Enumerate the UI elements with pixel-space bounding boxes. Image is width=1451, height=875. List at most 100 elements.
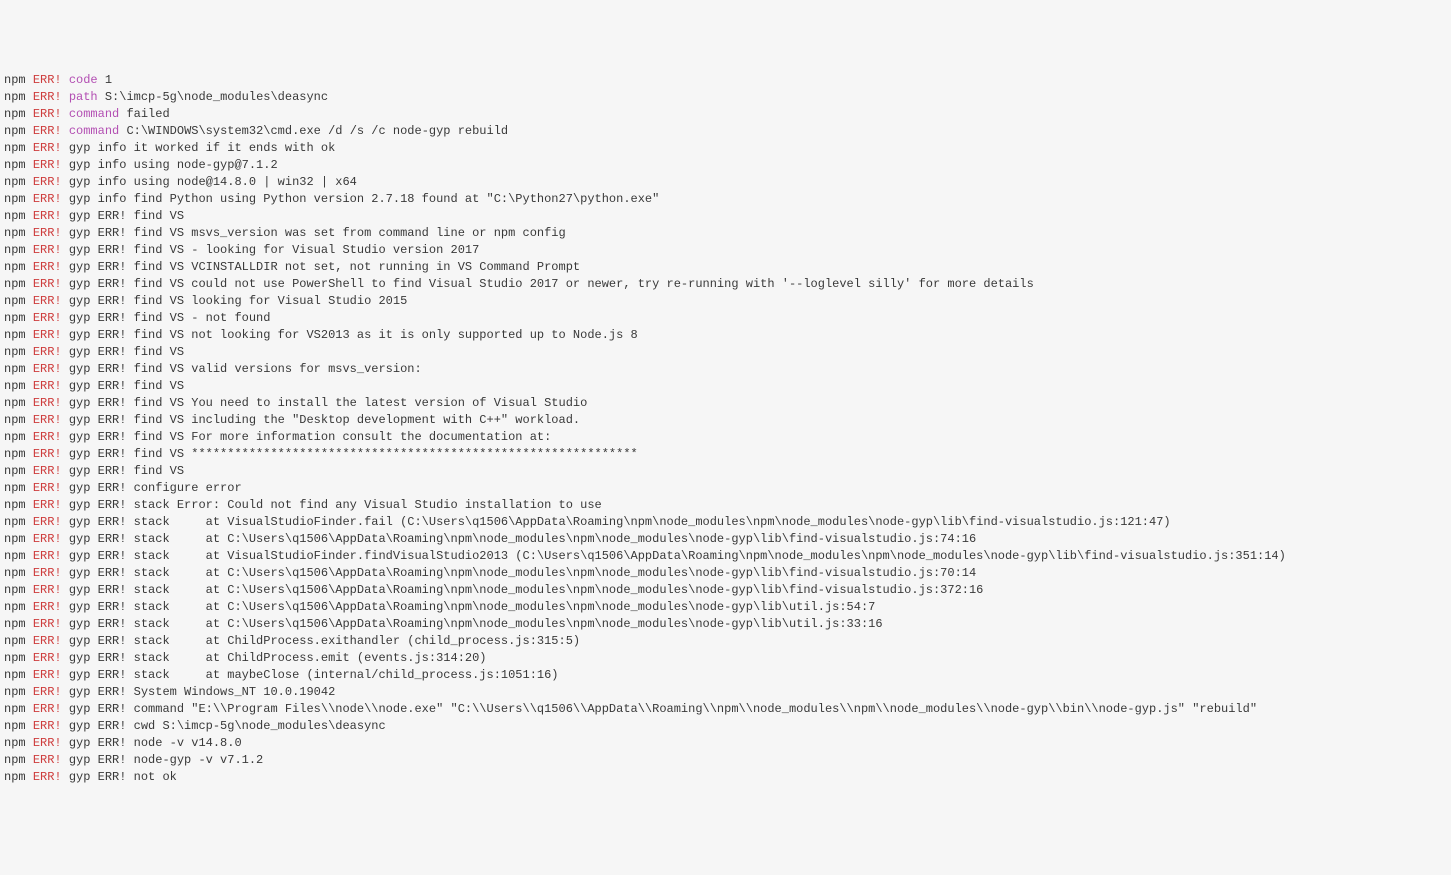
log-level: ERR! xyxy=(33,345,62,359)
log-source: npm xyxy=(4,549,26,563)
log-text: gyp ERR! stack at VisualStudioFinder.fai… xyxy=(69,515,1171,529)
log-level: ERR! xyxy=(33,549,62,563)
log-source: npm xyxy=(4,158,26,172)
log-line: npm ERR! gyp ERR! find VS - not found xyxy=(4,310,1447,327)
log-level: ERR! xyxy=(33,770,62,784)
log-level: ERR! xyxy=(33,362,62,376)
log-line: npm ERR! gyp ERR! node-gyp -v v7.1.2 xyxy=(4,752,1447,769)
log-level: ERR! xyxy=(33,396,62,410)
log-source: npm xyxy=(4,396,26,410)
log-source: npm xyxy=(4,294,26,308)
log-key: path xyxy=(69,90,98,104)
log-level: ERR! xyxy=(33,328,62,342)
log-line: npm ERR! gyp ERR! find VS For more infor… xyxy=(4,429,1447,446)
log-source: npm xyxy=(4,362,26,376)
log-source: npm xyxy=(4,481,26,495)
log-text: gyp ERR! find VS You need to install the… xyxy=(69,396,587,410)
log-source: npm xyxy=(4,430,26,444)
log-line: npm ERR! gyp ERR! stack at C:\Users\q150… xyxy=(4,565,1447,582)
log-text: gyp ERR! find VS For more information co… xyxy=(69,430,551,444)
log-level: ERR! xyxy=(33,107,62,121)
log-level: ERR! xyxy=(33,617,62,631)
log-source: npm xyxy=(4,600,26,614)
log-source: npm xyxy=(4,583,26,597)
log-line: npm ERR! gyp info using node-gyp@7.1.2 xyxy=(4,157,1447,174)
log-line: npm ERR! gyp ERR! System Windows_NT 10.0… xyxy=(4,684,1447,701)
log-source: npm xyxy=(4,447,26,461)
log-source: npm xyxy=(4,226,26,240)
log-text: gyp ERR! stack at ChildProcess.exithandl… xyxy=(69,634,580,648)
log-source: npm xyxy=(4,277,26,291)
log-source: npm xyxy=(4,413,26,427)
log-source: npm xyxy=(4,617,26,631)
log-source: npm xyxy=(4,192,26,206)
log-level: ERR! xyxy=(33,413,62,427)
log-level: ERR! xyxy=(33,294,62,308)
log-key: command xyxy=(69,107,119,121)
log-text: gyp ERR! node-gyp -v v7.1.2 xyxy=(69,753,263,767)
log-line: npm ERR! gyp ERR! not ok xyxy=(4,769,1447,786)
log-source: npm xyxy=(4,175,26,189)
log-text: gyp ERR! find VS VCINSTALLDIR not set, n… xyxy=(69,260,580,274)
log-line: npm ERR! gyp ERR! find VS looking for Vi… xyxy=(4,293,1447,310)
log-level: ERR! xyxy=(33,583,62,597)
log-source: npm xyxy=(4,141,26,155)
log-text: gyp ERR! find VS xyxy=(69,209,184,223)
log-line: npm ERR! gyp ERR! find VS - looking for … xyxy=(4,242,1447,259)
log-text: gyp ERR! find VS msvs_version was set fr… xyxy=(69,226,566,240)
log-level: ERR! xyxy=(33,175,62,189)
log-source: npm xyxy=(4,685,26,699)
log-text: gyp ERR! configure error xyxy=(69,481,242,495)
log-line: npm ERR! gyp ERR! stack at VisualStudioF… xyxy=(4,514,1447,531)
log-line: npm ERR! gyp ERR! stack at ChildProcess.… xyxy=(4,650,1447,667)
log-text: gyp info using node@14.8.0 | win32 | x64 xyxy=(69,175,357,189)
log-source: npm xyxy=(4,753,26,767)
log-level: ERR! xyxy=(33,90,62,104)
log-line: npm ERR! gyp ERR! find VS could not use … xyxy=(4,276,1447,293)
log-level: ERR! xyxy=(33,124,62,138)
log-key: code xyxy=(69,73,98,87)
log-source: npm xyxy=(4,719,26,733)
log-text: gyp ERR! find VS xyxy=(69,379,184,393)
log-line: npm ERR! gyp ERR! find VS including the … xyxy=(4,412,1447,429)
log-level: ERR! xyxy=(33,566,62,580)
log-line: npm ERR! gyp ERR! stack at ChildProcess.… xyxy=(4,633,1447,650)
log-source: npm xyxy=(4,651,26,665)
log-line: npm ERR! gyp ERR! stack Error: Could not… xyxy=(4,497,1447,514)
log-text: C:\WINDOWS\system32\cmd.exe /d /s /c nod… xyxy=(126,124,508,138)
log-source: npm xyxy=(4,668,26,682)
log-text: gyp ERR! stack at C:\Users\q1506\AppData… xyxy=(69,532,976,546)
log-text: gyp ERR! stack Error: Could not find any… xyxy=(69,498,602,512)
log-level: ERR! xyxy=(33,532,62,546)
log-level: ERR! xyxy=(33,73,62,87)
log-line: npm ERR! gyp ERR! find VS valid versions… xyxy=(4,361,1447,378)
log-line: npm ERR! gyp ERR! stack at VisualStudioF… xyxy=(4,548,1447,565)
log-line: npm ERR! gyp ERR! find VS xyxy=(4,344,1447,361)
log-level: ERR! xyxy=(33,481,62,495)
log-line: npm ERR! gyp ERR! find VS VCINSTALLDIR n… xyxy=(4,259,1447,276)
log-text: gyp ERR! find VS xyxy=(69,464,184,478)
log-level: ERR! xyxy=(33,158,62,172)
log-line: npm ERR! code 1 xyxy=(4,72,1447,89)
log-source: npm xyxy=(4,260,26,274)
log-source: npm xyxy=(4,532,26,546)
log-source: npm xyxy=(4,124,26,138)
log-line: npm ERR! gyp ERR! find VS xyxy=(4,378,1447,395)
log-level: ERR! xyxy=(33,141,62,155)
log-level: ERR! xyxy=(33,192,62,206)
log-source: npm xyxy=(4,464,26,478)
log-source: npm xyxy=(4,515,26,529)
log-level: ERR! xyxy=(33,464,62,478)
log-source: npm xyxy=(4,90,26,104)
log-text: gyp info using node-gyp@7.1.2 xyxy=(69,158,278,172)
log-text: gyp ERR! find VS valid versions for msvs… xyxy=(69,362,422,376)
log-text: failed xyxy=(126,107,169,121)
log-text: gyp ERR! find VS - not found xyxy=(69,311,271,325)
log-level: ERR! xyxy=(33,209,62,223)
log-source: npm xyxy=(4,328,26,342)
log-source: npm xyxy=(4,311,26,325)
log-line: npm ERR! gyp ERR! find VS You need to in… xyxy=(4,395,1447,412)
log-text: gyp ERR! find VS could not use PowerShel… xyxy=(69,277,1034,291)
log-line: npm ERR! command failed xyxy=(4,106,1447,123)
log-key: command xyxy=(69,124,119,138)
